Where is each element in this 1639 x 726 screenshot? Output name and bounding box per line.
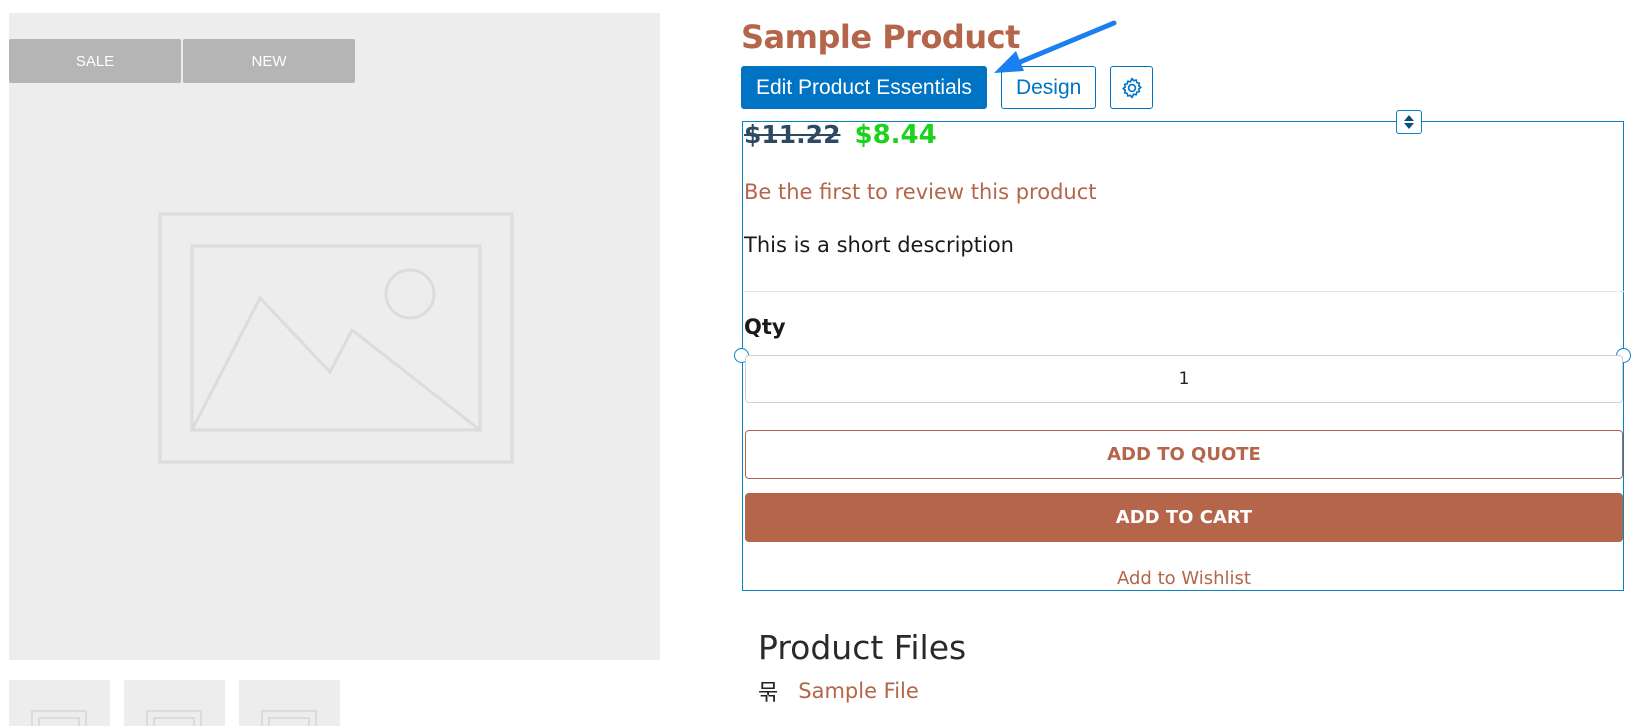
short-description: This is a short description bbox=[744, 233, 1014, 257]
file-archive-icon: 묶 bbox=[758, 681, 779, 706]
add-to-quote-button[interactable]: ADD TO QUOTE bbox=[745, 430, 1623, 479]
quantity-input[interactable] bbox=[745, 355, 1623, 403]
product-files-heading: Product Files bbox=[758, 628, 967, 667]
qty-label: Qty bbox=[744, 315, 786, 339]
thumbnail[interactable] bbox=[124, 680, 225, 726]
pointer-arrow-icon bbox=[994, 20, 1117, 73]
thumbnail[interactable] bbox=[239, 680, 340, 726]
product-title: Sample Product bbox=[741, 18, 1020, 56]
edit-product-essentials-button[interactable]: Edit Product Essentials bbox=[741, 66, 987, 109]
badge-group: SALE NEW bbox=[9, 39, 355, 83]
file-list-item: 묶 Sample File bbox=[758, 675, 919, 707]
vertical-resize-handle[interactable] bbox=[1396, 110, 1422, 134]
gear-icon bbox=[1122, 77, 1142, 98]
sort-arrows-icon bbox=[1404, 115, 1414, 129]
image-placeholder-icon bbox=[31, 710, 87, 726]
price-row: $11.22 $8.44 bbox=[744, 120, 937, 150]
divider bbox=[744, 291, 1624, 292]
new-badge: NEW bbox=[183, 39, 355, 83]
add-to-wishlist-link[interactable]: Add to Wishlist bbox=[745, 568, 1623, 589]
thumbnail-strip bbox=[9, 680, 340, 726]
review-link[interactable]: Be the first to review this product bbox=[744, 180, 1097, 204]
image-placeholder-icon bbox=[158, 212, 514, 464]
file-link[interactable]: Sample File bbox=[798, 679, 919, 703]
sale-badge: SALE bbox=[9, 39, 181, 83]
image-placeholder-icon bbox=[146, 710, 202, 726]
old-price: $11.22 bbox=[744, 120, 841, 149]
sale-price: $8.44 bbox=[854, 120, 937, 150]
image-placeholder-icon bbox=[261, 710, 317, 726]
thumbnail[interactable] bbox=[9, 680, 110, 726]
add-to-cart-button[interactable]: ADD TO CART bbox=[745, 493, 1623, 542]
